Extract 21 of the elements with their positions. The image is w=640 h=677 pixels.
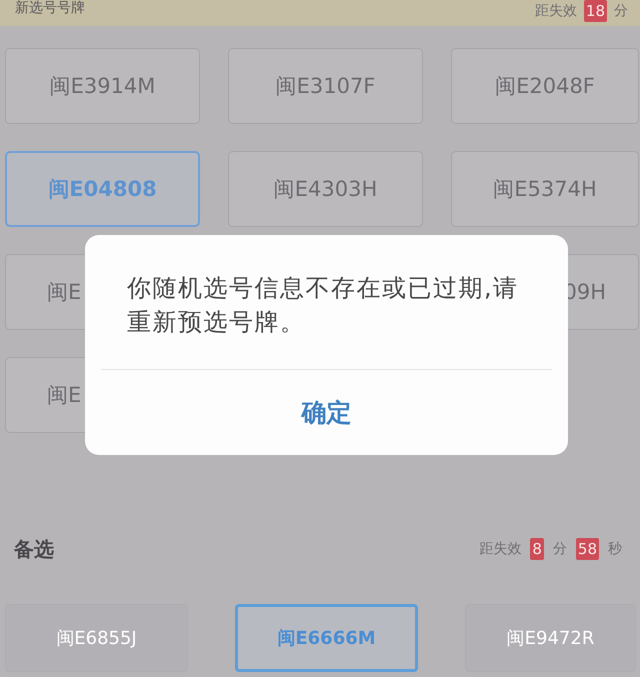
plate-button[interactable]: 闽E3107F	[228, 48, 423, 124]
countdown-digits: 8	[530, 538, 544, 560]
timer-label: 距失效	[534, 2, 577, 20]
plate-button[interactable]: 闽E	[5, 254, 85, 330]
plate-button[interactable]: 闽E2048F	[451, 48, 639, 124]
timer-unit: 分	[614, 2, 628, 20]
header-title: 新选号号牌	[15, 0, 85, 17]
plate-button[interactable]: 闽E5374H	[451, 151, 639, 227]
countdown-digits: 58	[576, 538, 599, 560]
plate-button[interactable]: 闽E4303H	[228, 151, 423, 227]
timer-label: 距失效	[479, 540, 522, 558]
confirm-button[interactable]: 确定	[85, 370, 568, 455]
countdown-digits: 18	[584, 0, 607, 22]
plate-button[interactable]: 闽E3914M	[5, 48, 200, 124]
section-title: 备选	[14, 536, 54, 562]
dialog-message: 你随机选号信息不存在或已过期,请重新预选号牌。	[126, 273, 520, 338]
timer-unit: 秒	[608, 540, 622, 558]
plate-button[interactable]: 闽E04808	[5, 151, 200, 227]
plate-button[interactable]: 闽E6666M	[235, 604, 418, 672]
timer-unit: 分	[552, 540, 567, 558]
plate-button[interactable]: 闽E	[5, 357, 85, 433]
